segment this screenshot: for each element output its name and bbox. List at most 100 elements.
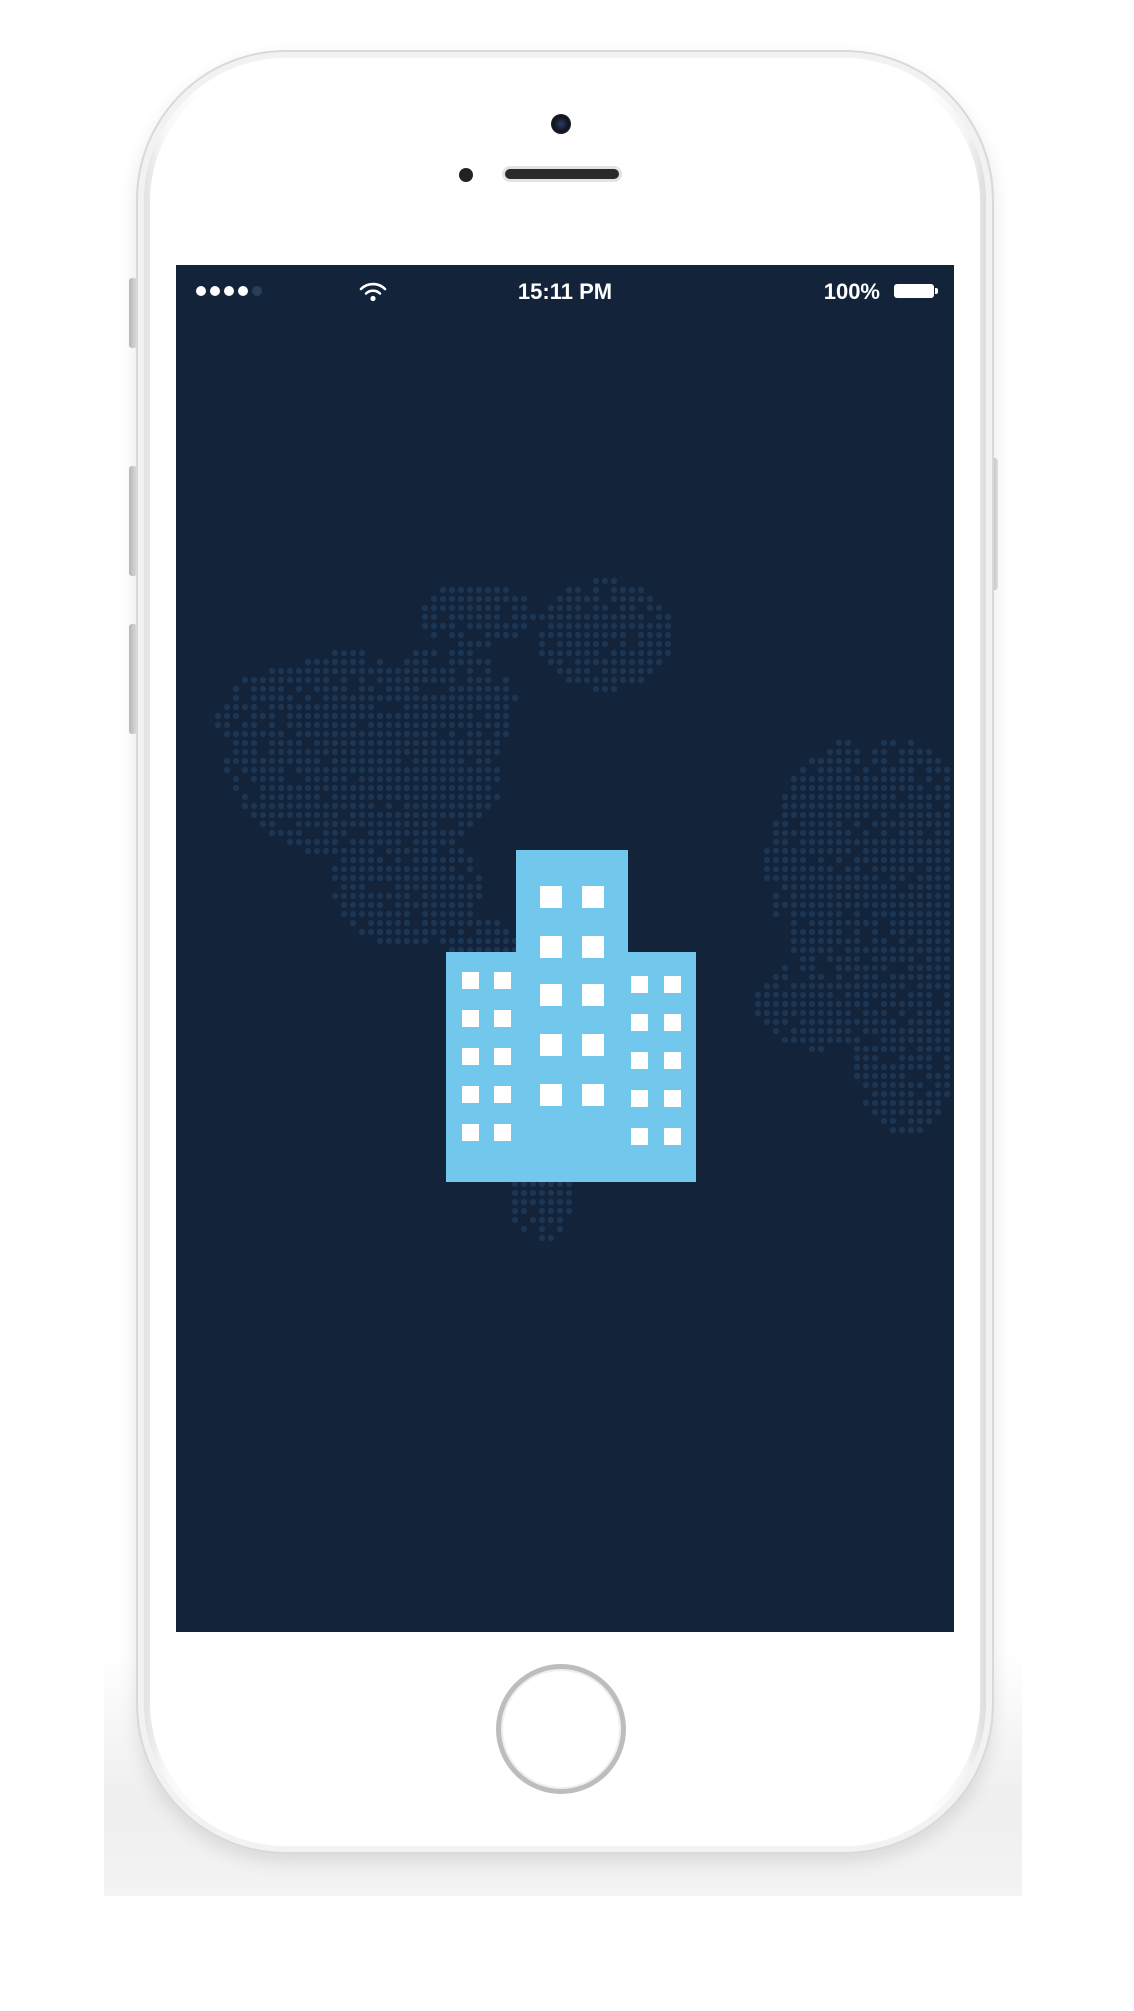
map-dot <box>934 937 942 945</box>
map-dot <box>835 1018 843 1026</box>
map-dot <box>394 910 402 918</box>
map-dot <box>277 829 285 837</box>
map-dot <box>403 874 411 882</box>
map-dot <box>610 577 618 585</box>
map-dot <box>826 892 834 900</box>
map-dot <box>430 874 438 882</box>
map-dot <box>817 802 825 810</box>
map-dot <box>835 892 843 900</box>
map-dot <box>331 667 339 675</box>
map-dot <box>889 1063 897 1071</box>
map-dot <box>943 784 951 792</box>
map-dot <box>889 784 897 792</box>
map-dot <box>934 1090 942 1098</box>
map-dot <box>943 1009 951 1017</box>
map-dot <box>592 613 600 621</box>
building-window <box>540 886 562 908</box>
map-dot <box>547 622 555 630</box>
map-dot <box>943 946 951 954</box>
map-dot <box>907 811 915 819</box>
map-dot <box>367 892 375 900</box>
map-dot <box>592 604 600 612</box>
map-dot <box>907 748 915 756</box>
map-dot <box>646 631 654 639</box>
map-dot <box>790 910 798 918</box>
home-button[interactable] <box>496 1664 626 1794</box>
map-dot <box>376 667 384 675</box>
map-dot <box>817 910 825 918</box>
map-dot <box>493 721 501 729</box>
map-dot <box>898 748 906 756</box>
map-dot <box>889 856 897 864</box>
map-dot <box>430 604 438 612</box>
map-dot <box>412 901 420 909</box>
map-dot <box>619 649 627 657</box>
map-dot <box>898 820 906 828</box>
map-dot <box>934 1045 942 1053</box>
map-dot <box>376 829 384 837</box>
map-dot <box>898 784 906 792</box>
map-dot <box>394 712 402 720</box>
map-dot <box>268 766 276 774</box>
map-dot <box>880 1108 888 1116</box>
map-dot <box>358 856 366 864</box>
map-dot <box>646 640 654 648</box>
map-dot <box>268 730 276 738</box>
map-dot <box>664 640 672 648</box>
map-dot <box>898 802 906 810</box>
map-dot <box>412 874 420 882</box>
map-dot <box>853 1072 861 1080</box>
map-dot <box>925 1045 933 1053</box>
map-dot <box>349 919 357 927</box>
map-dot <box>331 775 339 783</box>
map-dot <box>916 856 924 864</box>
map-dot <box>313 802 321 810</box>
map-dot <box>898 1009 906 1017</box>
map-dot <box>889 1000 897 1008</box>
map-dot <box>898 847 906 855</box>
map-dot <box>574 622 582 630</box>
map-dot <box>349 703 357 711</box>
map-dot <box>880 847 888 855</box>
map-dot <box>943 1081 951 1089</box>
map-dot <box>358 757 366 765</box>
map-dot <box>547 613 555 621</box>
map-dot <box>250 703 258 711</box>
map-dot <box>286 793 294 801</box>
map-dot <box>394 748 402 756</box>
map-dot <box>925 1072 933 1080</box>
map-dot <box>943 820 951 828</box>
map-dot <box>871 874 879 882</box>
map-dot <box>385 847 393 855</box>
map-dot <box>394 811 402 819</box>
map-dot <box>907 946 915 954</box>
map-dot <box>367 928 375 936</box>
map-dot <box>430 676 438 684</box>
map-dot <box>853 955 861 963</box>
map-dot <box>385 748 393 756</box>
map-dot <box>817 919 825 927</box>
map-dot <box>394 847 402 855</box>
map-dot <box>907 1081 915 1089</box>
map-dot <box>898 901 906 909</box>
map-dot <box>394 721 402 729</box>
map-dot <box>781 811 789 819</box>
map-dot <box>925 748 933 756</box>
map-dot <box>610 631 618 639</box>
map-dot <box>799 892 807 900</box>
map-dot <box>313 748 321 756</box>
map-dot <box>394 838 402 846</box>
map-dot <box>853 1000 861 1008</box>
map-dot <box>556 1198 564 1206</box>
map-dot <box>286 694 294 702</box>
map-dot <box>295 820 303 828</box>
map-dot <box>943 919 951 927</box>
map-dot <box>619 631 627 639</box>
map-dot <box>466 775 474 783</box>
map-dot <box>799 874 807 882</box>
map-dot <box>880 910 888 918</box>
map-dot <box>412 658 420 666</box>
map-dot <box>502 703 510 711</box>
map-dot <box>934 766 942 774</box>
map-dot <box>898 1099 906 1107</box>
